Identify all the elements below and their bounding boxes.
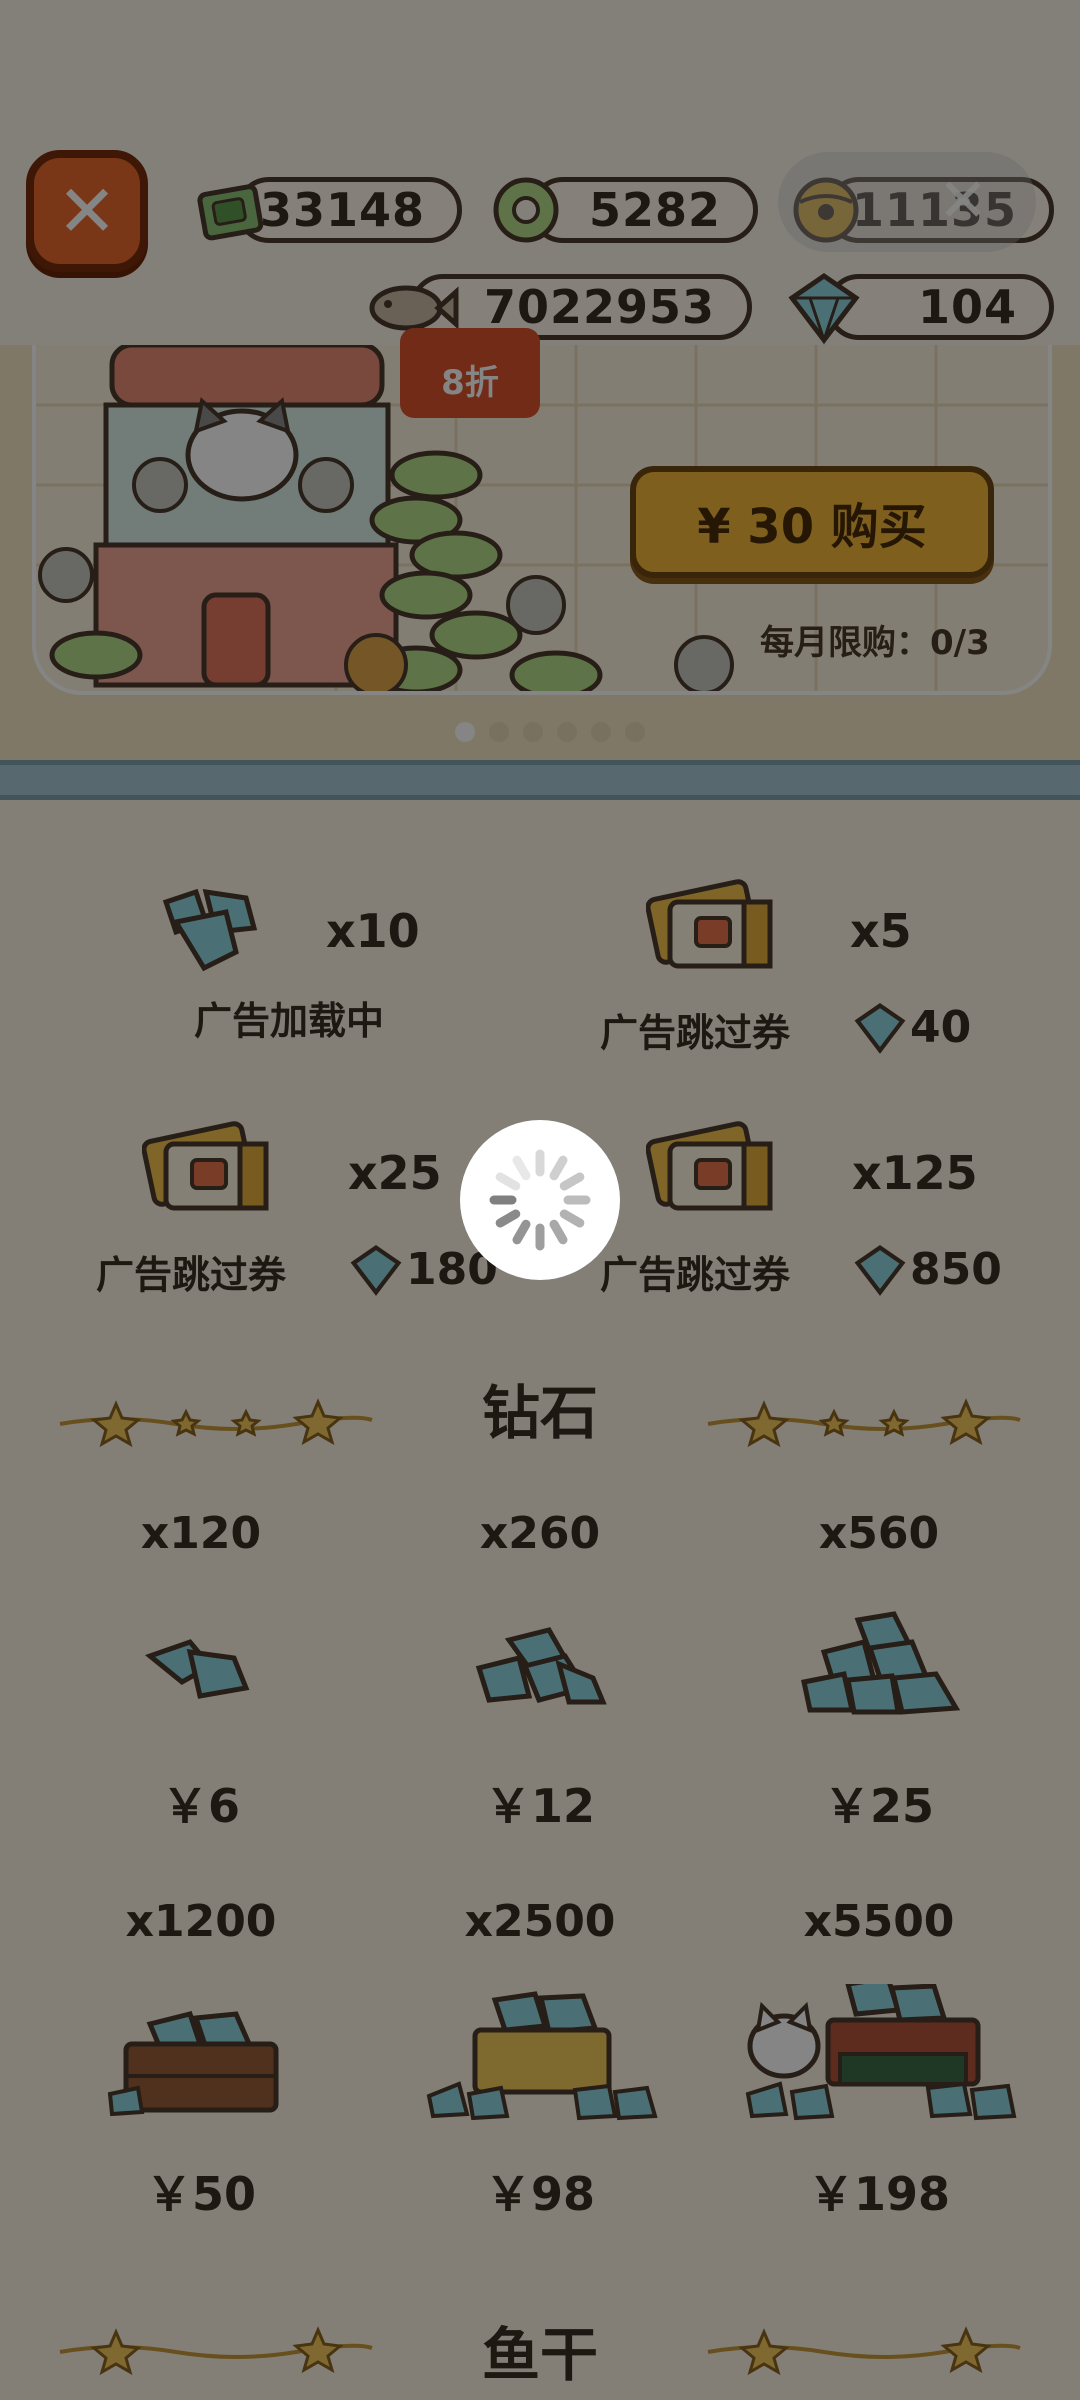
loading-spinner-icon [489,1149,591,1251]
loading-spinner [460,1120,620,1280]
